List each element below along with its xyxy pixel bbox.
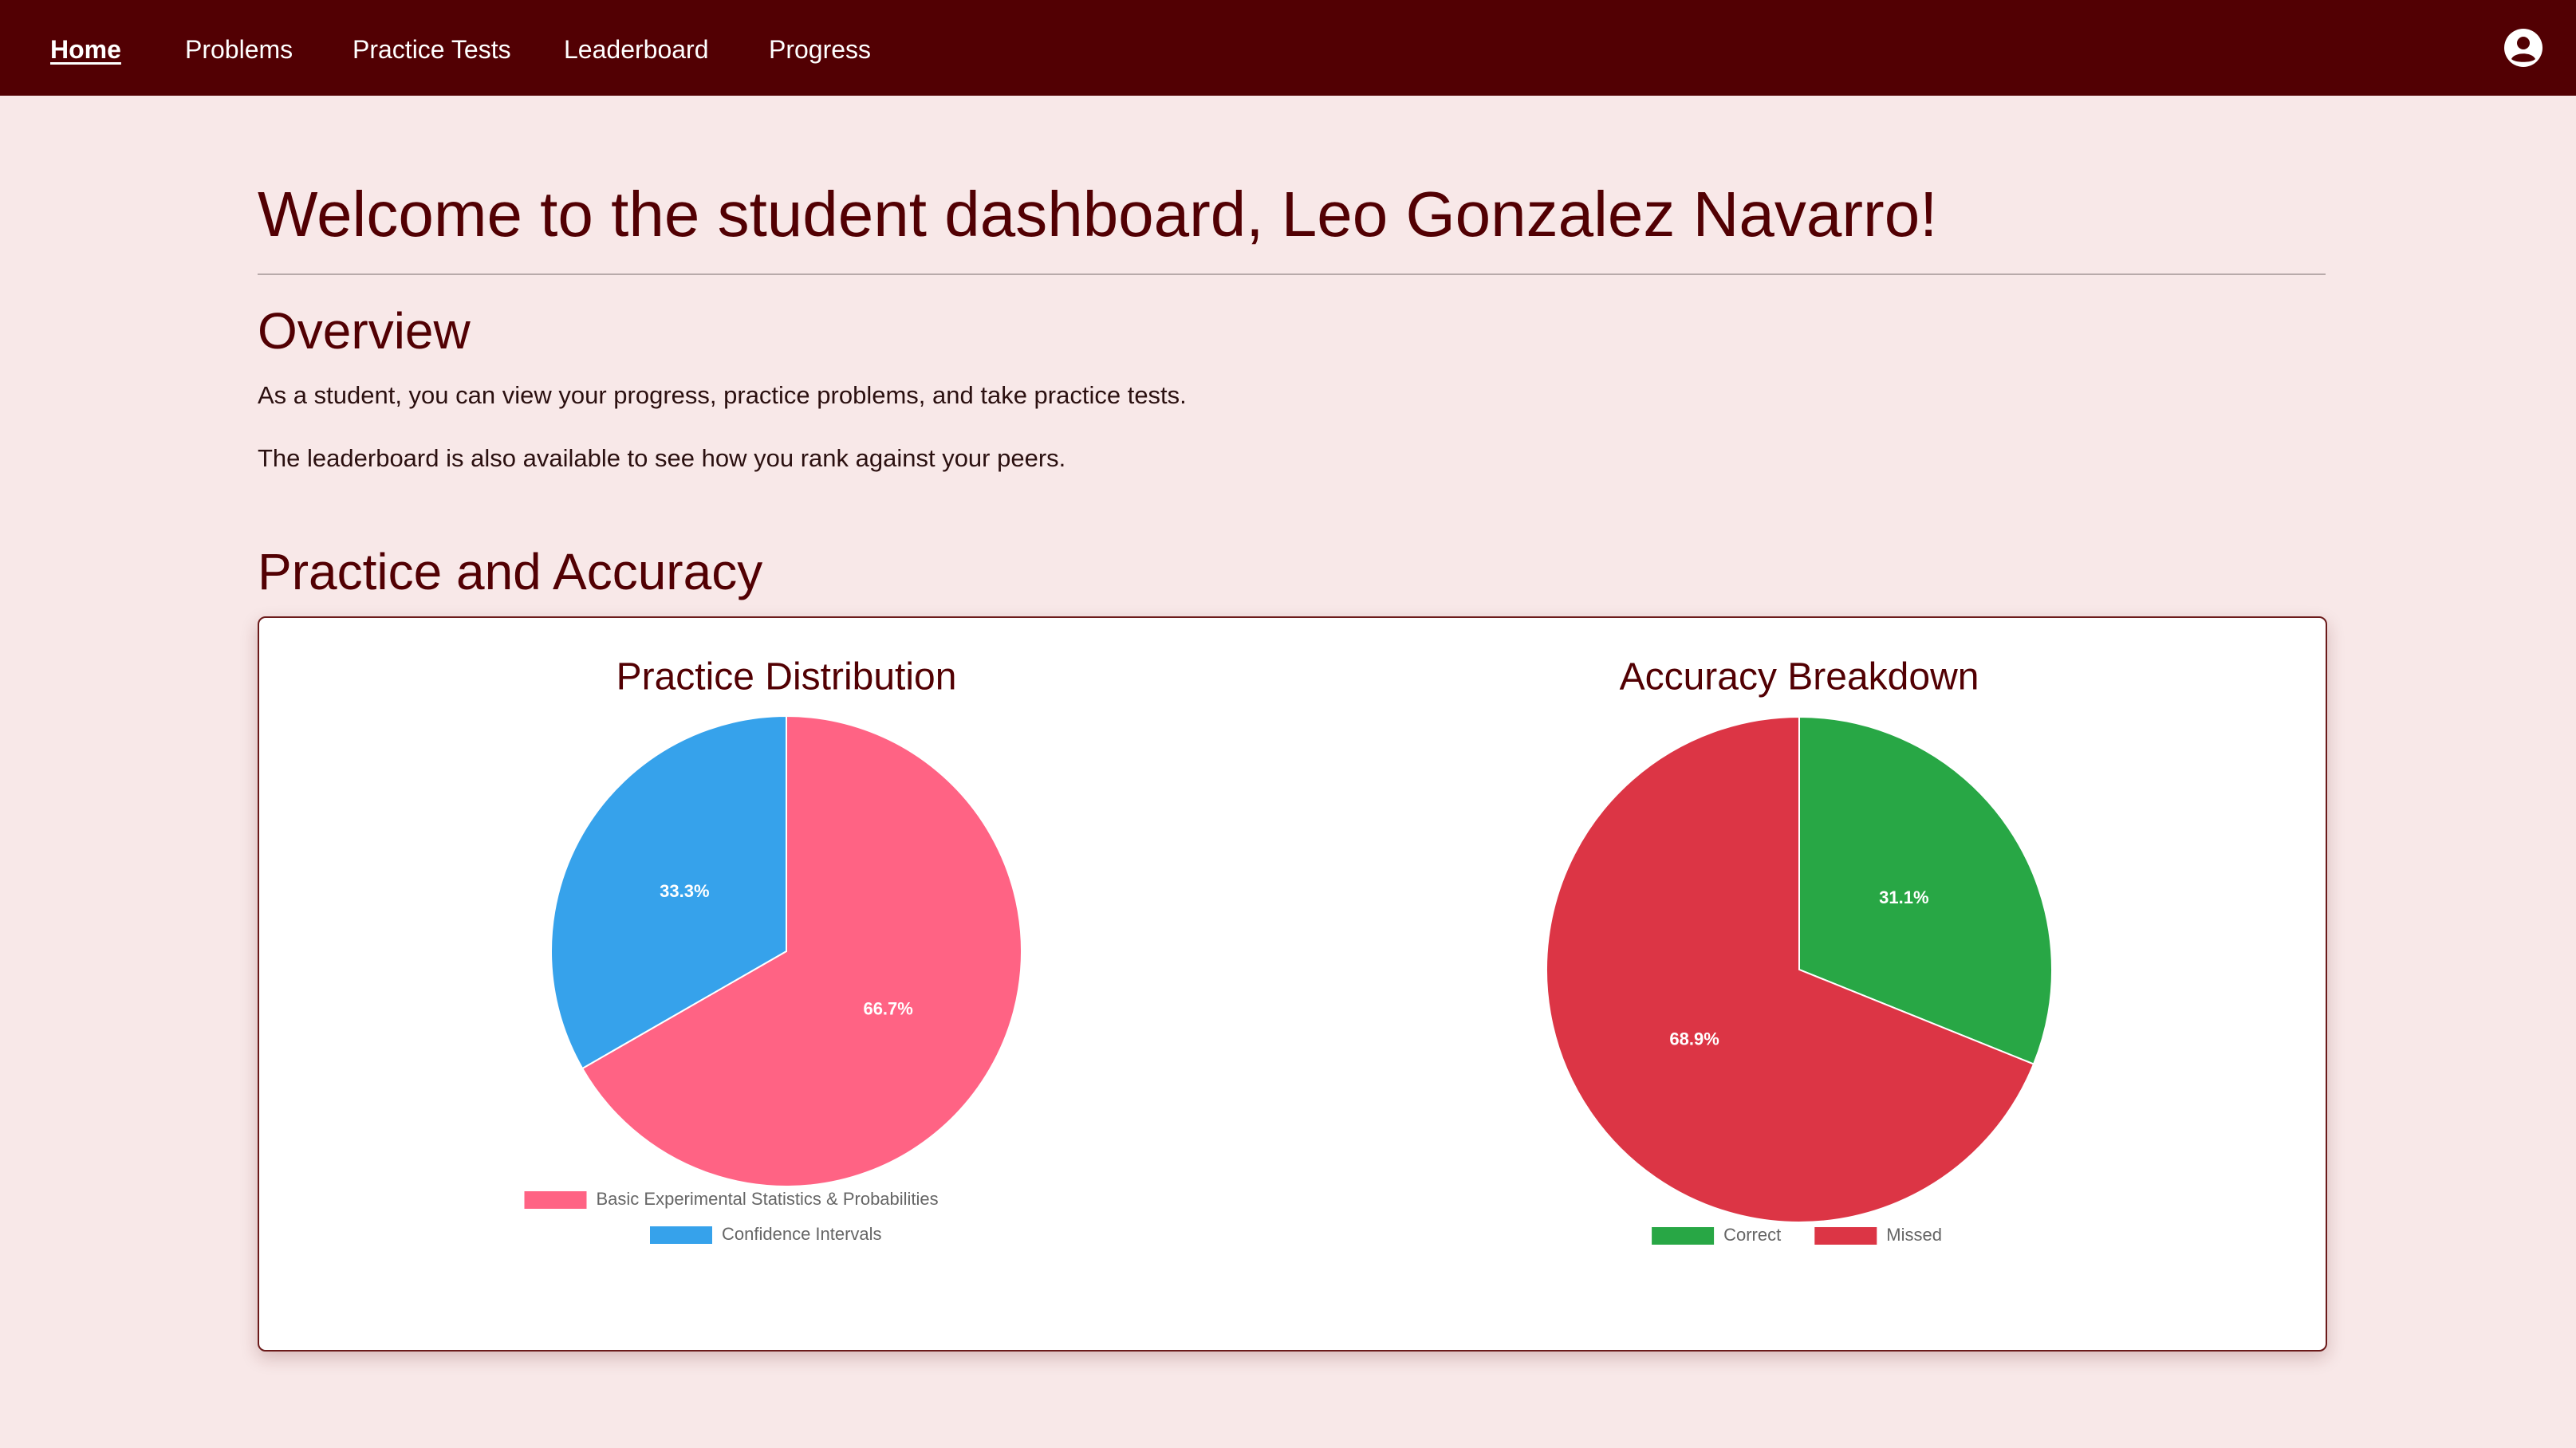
title-divider bbox=[258, 273, 2326, 275]
overview-text-1: As a student, you can view your progress… bbox=[258, 381, 1187, 409]
top-navbar: Home Problems Practice Tests Leaderboard… bbox=[0, 0, 2576, 96]
legend-label: Missed bbox=[1886, 1225, 1942, 1245]
account-circle-icon[interactable] bbox=[2504, 29, 2543, 67]
practice-accuracy-heading: Practice and Accuracy bbox=[258, 543, 763, 600]
nav-progress-link[interactable]: Progress bbox=[769, 0, 871, 96]
legend-label: Basic Experimental Statistics & Probabil… bbox=[597, 1189, 939, 1209]
page-title: Welcome to the student dashboard, Leo Go… bbox=[258, 179, 1938, 250]
legend-swatch bbox=[524, 1191, 587, 1209]
pie-slice-label: 66.7% bbox=[863, 999, 912, 1019]
nav-problems-link[interactable]: Problems bbox=[185, 0, 293, 96]
legend-label: Confidence Intervals bbox=[722, 1224, 882, 1244]
nav-leaderboard-link[interactable]: Leaderboard bbox=[564, 0, 708, 96]
legend-swatch bbox=[1814, 1227, 1877, 1245]
charts-svg: Practice Distribution 66.7% 33.3% Basic Exp… bbox=[524, 656, 2053, 1245]
overview-text-2: The leaderboard is also available to see… bbox=[258, 444, 1066, 472]
legend-swatch bbox=[1652, 1227, 1715, 1245]
pie-slice-label: 31.1% bbox=[1879, 887, 1928, 907]
legend-label: Correct bbox=[1723, 1225, 1781, 1245]
pie-slice-label: 33.3% bbox=[660, 881, 709, 901]
chart-title: Practice Distribution bbox=[616, 656, 957, 698]
overview-heading: Overview bbox=[258, 302, 471, 360]
chart-title: Accuracy Breakdown bbox=[1620, 656, 1979, 698]
nav-home-link[interactable]: Home bbox=[50, 0, 121, 96]
charts-card: Practice Distribution 66.7% 33.3% Basic Exp… bbox=[258, 616, 2327, 1352]
nav-practice-tests-link[interactable]: Practice Tests bbox=[353, 0, 511, 96]
legend-swatch bbox=[650, 1226, 712, 1244]
pie-slice-label: 68.9% bbox=[1669, 1029, 1719, 1049]
